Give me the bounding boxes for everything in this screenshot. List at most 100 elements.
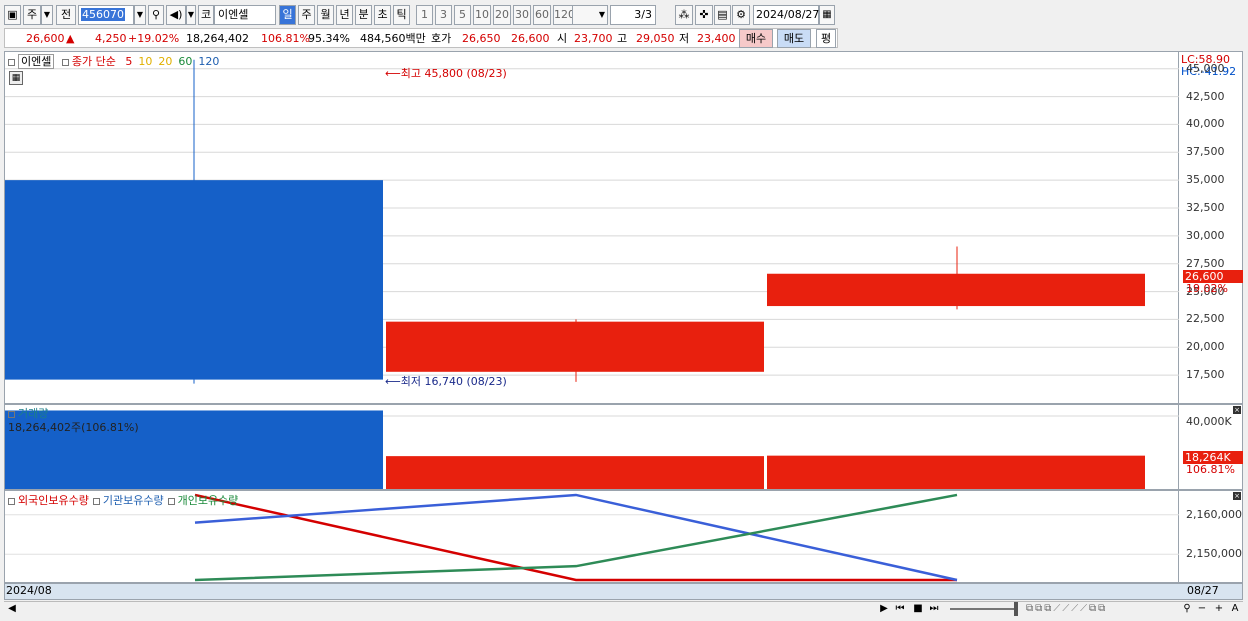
candle-body <box>5 180 383 380</box>
scroll-left-icon[interactable]: ◀ <box>5 601 19 617</box>
buy-button[interactable]: 매수 <box>739 29 773 48</box>
stock-name-field[interactable]: 이엔셀 <box>214 5 276 25</box>
volume-ratio: 106.81% <box>261 32 310 45</box>
page-indicator: 3/3 <box>610 5 656 25</box>
volume-bar <box>767 455 1145 489</box>
fast-forward-icon[interactable]: ⏭ <box>927 601 941 617</box>
stock-code-input[interactable]: 456070 <box>78 5 134 25</box>
legend-square-icon <box>8 58 15 66</box>
low-price: 23,400 <box>697 32 736 45</box>
ma-period-label[interactable]: 120 <box>198 55 219 68</box>
price-tick-label: 17,500 <box>1186 368 1225 382</box>
price-tick-label: 40,000 <box>1186 117 1225 131</box>
chart-menu-icon[interactable]: ▣ <box>4 5 21 25</box>
interval-button[interactable]: 3 <box>435 5 452 25</box>
slider-handle-icon[interactable] <box>1014 602 1018 616</box>
volume-y-tick: 40,000K <box>1186 415 1232 428</box>
save-icon[interactable]: ▤ <box>714 5 731 25</box>
prev-button[interactable]: 전 <box>56 5 76 25</box>
code-dropdown-icon[interactable]: ▼ <box>134 5 146 25</box>
crosshair-icon[interactable]: ✜ <box>695 5 713 25</box>
interval-button[interactable]: 20 <box>493 5 511 25</box>
holding-legend-item[interactable]: 외국인보유수량 <box>18 494 89 507</box>
legend-stock-name[interactable]: 이엔셀 <box>18 54 55 69</box>
interval-button[interactable]: 120 <box>553 5 575 25</box>
speaker-icon[interactable]: ◀) <box>166 5 186 25</box>
legend-square-icon <box>8 410 15 418</box>
legend-square-icon <box>92 497 100 505</box>
left-arrow-icon: ⟵ <box>385 375 401 388</box>
candle-body <box>386 321 764 372</box>
close-icon[interactable]: × <box>1233 492 1241 500</box>
period-tab[interactable]: 분 <box>355 5 372 25</box>
interval-dropdown[interactable]: ▼ <box>572 5 608 25</box>
high-marker: ⟵최고 45,800 (08/23) <box>385 65 507 81</box>
volume-chart-svg <box>5 410 1179 489</box>
holding-legend: 외국인보유수량 기관보유수량 개인보유수량 <box>8 492 238 508</box>
price-tick-label: 32,500 <box>1186 201 1225 214</box>
period-tab[interactable]: 초 <box>374 5 391 25</box>
holding-legend-item[interactable]: 기관보유수량 <box>103 494 164 507</box>
candle-body <box>767 273 1145 307</box>
zoom-search-icon[interactable]: ⚲ <box>1180 601 1194 617</box>
dropdown-arrow-icon[interactable]: ▼ <box>41 5 53 25</box>
price-tick-label: 22,500 <box>1186 312 1225 326</box>
ma-period-label[interactable]: 20 <box>158 55 172 68</box>
ma-period-label[interactable]: 5 <box>125 55 132 68</box>
rotation-rate: 95.34% <box>308 32 350 45</box>
holding-legend-item[interactable]: 개인보유수량 <box>178 494 239 507</box>
drawing-tools-icon[interactable]: ⧉⧉⧉⟋⟋⟋⟋⧉⧉ <box>1026 601 1176 617</box>
interval-button[interactable]: 30 <box>513 5 531 25</box>
hoga-label: 호가 <box>431 32 452 45</box>
interval-button[interactable]: 5 <box>454 5 471 25</box>
bid-price: 26,600 <box>511 32 550 45</box>
left-arrow-icon: ⟵ <box>385 67 401 80</box>
stop-icon[interactable]: ■ <box>911 601 925 617</box>
price-tick-label: 35,000 <box>1186 173 1225 187</box>
close-icon[interactable]: × <box>1233 406 1241 414</box>
search-icon[interactable]: ⚲ <box>148 5 164 25</box>
volume-value: 18,264,402 <box>186 32 249 45</box>
ask-price: 26,650 <box>462 32 501 45</box>
period-tab[interactable]: 주 <box>298 5 315 25</box>
x-axis-bar <box>4 583 1243 600</box>
price-chart-svg <box>5 59 1179 384</box>
period-tab[interactable]: 년 <box>336 5 353 25</box>
ma-period-label[interactable]: 60 <box>178 55 192 68</box>
holding-series-line <box>194 493 958 582</box>
auto-scale-icon[interactable]: A <box>1228 601 1242 617</box>
period-tab[interactable]: 월 <box>317 5 334 25</box>
open-price: 23,700 <box>574 32 613 45</box>
date-field[interactable]: 2024/08/27 <box>753 5 819 25</box>
interval-button[interactable]: 1 <box>416 5 433 25</box>
sell-button[interactable]: 매도 <box>777 29 811 48</box>
legend-square-icon <box>61 58 69 66</box>
ma-periods: 5 10 20 60 120 <box>119 55 219 68</box>
last-pct-tag: 19.02% <box>1186 282 1228 295</box>
compare-icon[interactable]: ⁂ <box>675 5 693 25</box>
period-tab[interactable]: 일 <box>279 5 296 25</box>
calendar-icon[interactable]: ▦ <box>819 5 835 25</box>
price-legend: 이엔셀 종가 단순 5 10 20 60 120 <box>8 53 219 69</box>
rewind-icon[interactable]: ⏮ <box>893 601 907 617</box>
legend-ma-label[interactable]: 종가 단순 <box>72 55 116 68</box>
ma-period-label[interactable]: 10 <box>138 55 152 68</box>
evaluate-button[interactable]: 평 <box>816 29 836 48</box>
holding-tick-label: 2,150,000 <box>1186 547 1242 561</box>
price-tick-label: 42,500 <box>1186 89 1225 103</box>
zoom-out-icon[interactable]: − <box>1195 601 1209 617</box>
market-tag: 코 <box>198 5 214 25</box>
legend-square-icon <box>8 497 15 505</box>
grid-toggle-icon[interactable]: ▦ <box>9 71 23 85</box>
interval-button[interactable]: 60 <box>533 5 551 25</box>
high-label: 고 <box>617 32 628 45</box>
settings-icon[interactable]: ⚙ <box>732 5 750 25</box>
speaker-dropdown-icon[interactable]: ▼ <box>186 5 196 25</box>
period-tab[interactable]: 틱 <box>393 5 410 25</box>
scroll-right-icon[interactable]: ▶ <box>877 601 891 617</box>
zoom-in-icon[interactable]: + <box>1212 601 1226 617</box>
high-marker-text: 최고 45,800 (08/23) <box>400 67 507 80</box>
period-weekly-button[interactable]: 주 <box>23 5 41 25</box>
zoom-slider[interactable] <box>950 608 1014 610</box>
interval-button[interactable]: 10 <box>473 5 491 25</box>
